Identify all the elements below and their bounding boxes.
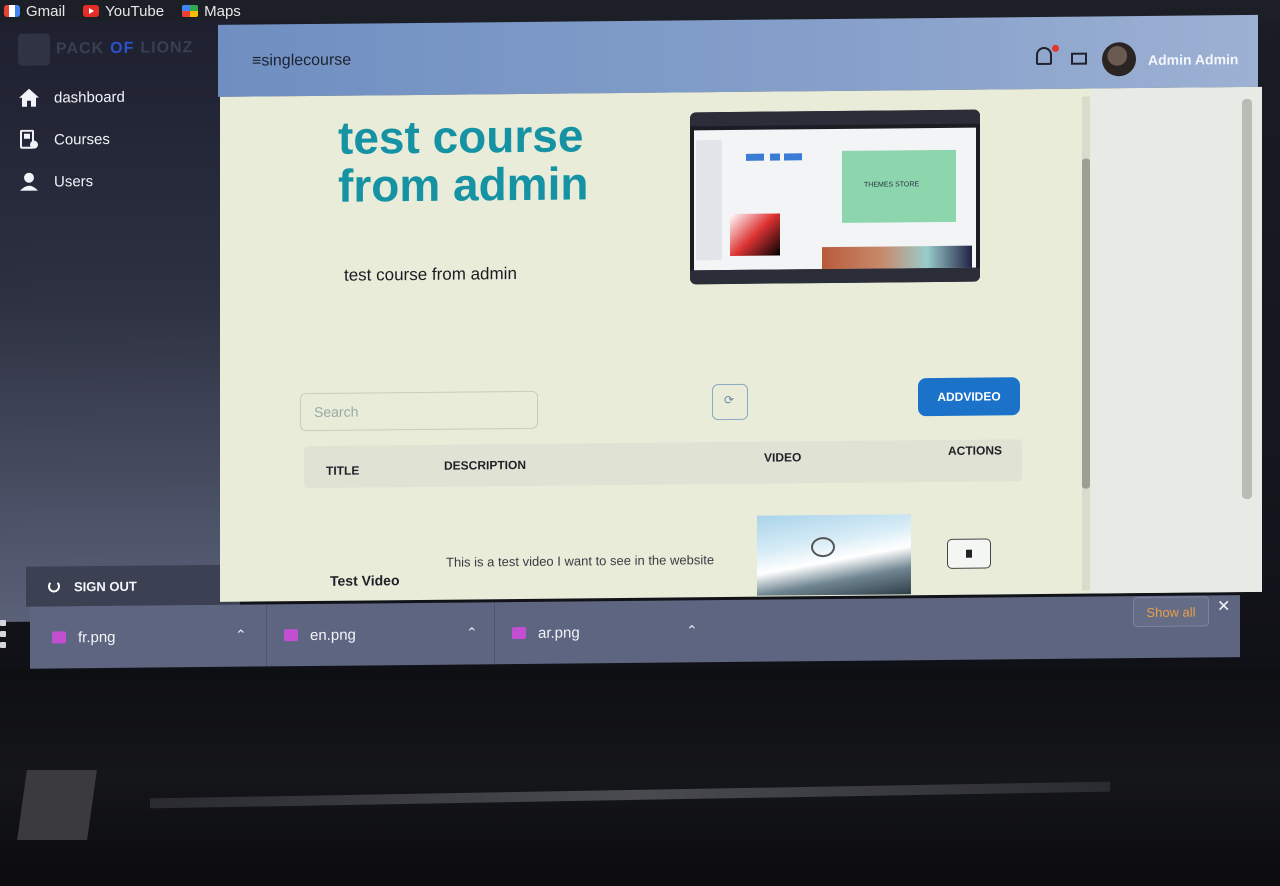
logo-mark-icon <box>18 33 50 66</box>
downloads-bar: fr.png ⌃ en.png ⌃ ar.png ⌃ Show all ✕ <box>30 595 1240 669</box>
close-icon[interactable]: ✕ <box>1217 596 1230 616</box>
sidebar: PACK OF LIONZ dashboard Courses Users SI… <box>0 19 240 622</box>
page-scrollbar[interactable] <box>1242 98 1252 500</box>
image-file-icon <box>512 626 526 640</box>
thumbnail-sidebar <box>696 140 722 261</box>
thumbnail-color-picker <box>730 213 780 256</box>
user-name[interactable]: Admin Admin <box>1148 51 1238 68</box>
download-filename: ar.png <box>538 623 580 642</box>
chevron-up-icon[interactable]: ⌃ <box>686 622 698 639</box>
sidebar-item-users[interactable]: Users <box>18 171 93 192</box>
bookmark-youtube[interactable]: YouTube <box>83 3 164 20</box>
video-thumbnail[interactable] <box>757 514 911 596</box>
bookmark-label: Maps <box>204 2 241 20</box>
sign-out-label: SIGN OUT <box>74 578 137 594</box>
maps-icon <box>182 5 199 17</box>
user-icon <box>20 172 38 191</box>
page-title[interactable]: ≡singlecourse <box>252 52 351 71</box>
monitor-bezel <box>0 670 1280 886</box>
app-screen: PACK OF LIONZ dashboard Courses Users SI… <box>0 10 1262 672</box>
sidebar-item-label: Courses <box>54 130 110 148</box>
course-description: test course from admin <box>344 264 517 285</box>
courses-icon <box>20 129 38 149</box>
inner-scrollbar[interactable] <box>1082 96 1090 591</box>
thumbnail-button <box>770 153 780 161</box>
inner-scrollbar-thumb[interactable] <box>1082 158 1090 489</box>
sidebar-item-courses[interactable]: Courses <box>18 129 110 150</box>
download-item-en[interactable]: en.png <box>284 604 356 667</box>
sidebar-item-label: dashboard <box>54 88 125 106</box>
thumbnail-store-card: THEMES STORE <box>842 149 956 223</box>
thumbnail-button <box>784 153 802 161</box>
sign-out-button[interactable]: SIGN OUT <box>26 564 240 607</box>
refresh-button[interactable] <box>712 383 748 421</box>
column-header-actions: ACTIONS <box>948 443 1002 458</box>
avatar[interactable] <box>1102 42 1136 77</box>
download-item-ar[interactable]: ar.png <box>512 601 580 664</box>
column-header-title: TITLE <box>326 463 360 478</box>
top-header: ≡singlecourse Admin Admin <box>218 14 1258 97</box>
row-description: This is a test video I want to see in th… <box>446 552 715 570</box>
chevron-up-icon[interactable]: ⌃ <box>235 627 247 644</box>
bookmark-label: Gmail <box>26 2 66 20</box>
chevron-up-icon[interactable]: ⌃ <box>466 624 478 641</box>
logo-text-a: PACK <box>56 40 105 58</box>
show-all-button[interactable]: Show all <box>1133 596 1209 628</box>
download-filename: fr.png <box>78 628 116 646</box>
add-video-button[interactable]: ADDVIDEO <box>918 377 1020 417</box>
thumbnail-browser-bar <box>690 109 980 127</box>
thumbnail-photo-strip <box>822 245 972 270</box>
drag-handle-icon <box>0 620 8 653</box>
download-item-fr[interactable]: fr.png <box>52 606 116 669</box>
mail-icon[interactable] <box>1071 52 1087 65</box>
logo-text-c: LIONZ <box>140 39 194 57</box>
gmail-icon <box>4 5 20 17</box>
sidebar-item-dashboard[interactable]: dashboard <box>18 87 125 108</box>
logo-text-b: OF <box>110 39 135 57</box>
download-filename: en.png <box>310 626 356 644</box>
divider <box>494 602 495 665</box>
column-header-description: DESCRIPTION <box>444 457 527 473</box>
bookmark-label: YouTube <box>105 2 165 20</box>
home-icon <box>19 88 39 107</box>
logo: PACK OF LIONZ <box>18 32 193 66</box>
sidebar-item-label: Users <box>54 172 94 190</box>
thumbnail-download-bar <box>690 267 980 285</box>
image-file-icon <box>284 629 298 642</box>
bell-icon[interactable] <box>1036 46 1052 66</box>
bookmark-maps[interactable]: Maps <box>182 3 241 20</box>
delete-button[interactable] <box>947 538 991 569</box>
content-gutter <box>1092 86 1262 594</box>
image-file-icon <box>52 631 66 644</box>
notification-dot <box>1052 44 1059 52</box>
course-thumbnail: THEMES STORE <box>690 109 980 285</box>
bookmark-gmail[interactable]: Gmail <box>4 3 65 20</box>
table-header: TITLE DESCRIPTION VIDEO ACTIONS <box>304 439 1022 489</box>
thumbnail-button <box>746 153 764 161</box>
photo-stage: Gmail YouTube Maps PACK OF LIONZ dashboa… <box>0 0 1280 886</box>
column-header-video: VIDEO <box>764 450 802 465</box>
power-icon <box>48 580 60 593</box>
divider <box>266 604 267 667</box>
row-title: Test Video <box>330 572 400 589</box>
video-logo-icon <box>811 536 835 558</box>
thumbnail-store-text: THEMES STORE <box>864 181 920 189</box>
youtube-icon <box>83 5 100 17</box>
stand-block <box>17 770 97 840</box>
search-input[interactable] <box>300 390 538 432</box>
course-title: test course from admin <box>338 109 589 212</box>
main-content: test course from admin test course from … <box>220 86 1262 602</box>
